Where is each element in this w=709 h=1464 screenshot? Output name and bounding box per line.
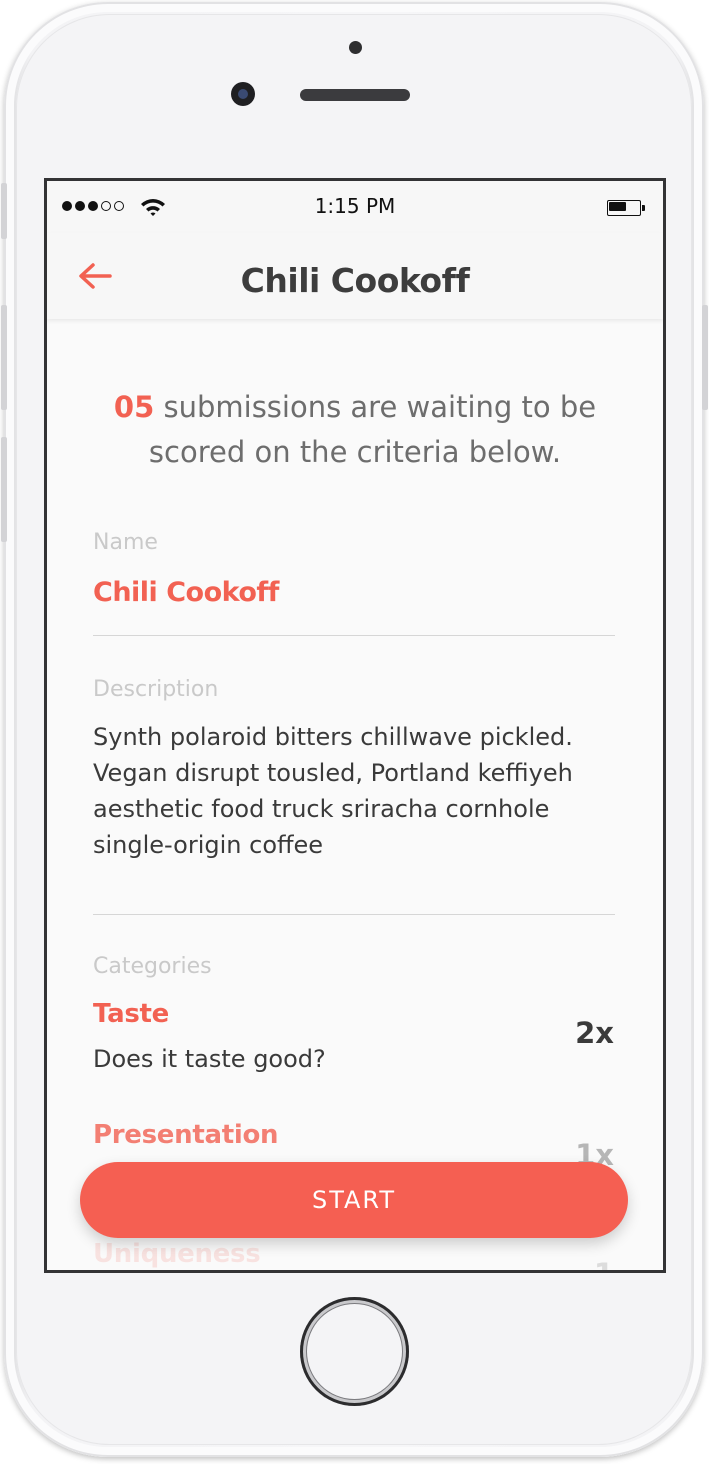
battery-icon bbox=[607, 200, 647, 216]
volume-down-button bbox=[1, 437, 7, 542]
earpiece-speaker bbox=[300, 89, 410, 101]
category-name: Presentation bbox=[93, 1120, 279, 1150]
status-bar: 1:15 PM bbox=[47, 181, 663, 233]
battery-level bbox=[609, 202, 626, 211]
scoring-details: 05 submissions are waiting to be scored … bbox=[47, 319, 663, 1270]
divider bbox=[93, 914, 615, 915]
start-button[interactable]: START bbox=[80, 1162, 628, 1238]
mute-switch bbox=[1, 183, 7, 239]
submissions-intro-text: submissions are waiting to be scored on … bbox=[148, 390, 597, 469]
home-button[interactable] bbox=[300, 1297, 409, 1406]
name-value: Chili Cookoff bbox=[93, 577, 279, 608]
power-button bbox=[702, 305, 708, 410]
category-name: Taste bbox=[93, 999, 169, 1029]
category-description: Does it taste good? bbox=[93, 1045, 326, 1073]
submissions-intro: 05 submissions are waiting to be scored … bbox=[107, 385, 603, 475]
status-time: 1:15 PM bbox=[314, 194, 396, 218]
categories-label: Categories bbox=[93, 954, 212, 979]
volume-up-button bbox=[1, 305, 7, 410]
battery-tip bbox=[642, 205, 645, 211]
page-title: Chili Cookoff bbox=[240, 261, 470, 300]
category-weight: 1 bbox=[594, 1257, 614, 1270]
app-screen: 1:15 PM Chili Cookoff 05 submissions are… bbox=[44, 178, 666, 1273]
submission-count: 05 bbox=[113, 390, 155, 424]
front-camera bbox=[231, 82, 255, 106]
divider bbox=[93, 635, 615, 636]
description-value: Synth polaroid bitters chillwave pickled… bbox=[93, 723, 573, 859]
navigation-bar: Chili Cookoff bbox=[47, 233, 663, 319]
category-name: Uniqueness bbox=[93, 1239, 261, 1269]
proximity-sensor bbox=[349, 41, 362, 54]
name-label: Name bbox=[93, 530, 158, 555]
category-weight: 2x bbox=[575, 1016, 614, 1050]
description-label: Description bbox=[93, 677, 219, 702]
